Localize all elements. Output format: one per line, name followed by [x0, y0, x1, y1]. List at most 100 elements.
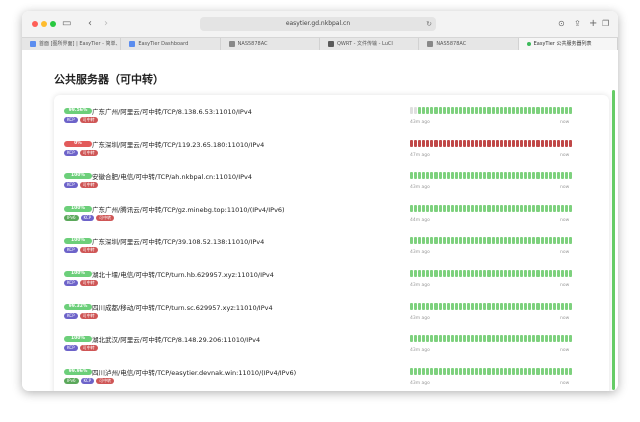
- heartbeat-beat: [438, 139, 442, 147]
- heartbeat-beat: [548, 172, 552, 180]
- heartbeat-beat: [463, 367, 467, 375]
- tag-badge: KCP: [64, 280, 78, 286]
- minimize-window-button[interactable]: [41, 21, 47, 27]
- server-address: 广东深圳/阿里云/可中转/TCP/119.23.65.180:11010/IPv…: [92, 140, 265, 149]
- heartbeat-beat: [548, 139, 552, 147]
- tab-label: QWRT - 文件传输 - LuCI: [336, 41, 393, 47]
- close-window-button[interactable]: [32, 21, 38, 27]
- heartbeat-beat: [467, 270, 471, 277]
- heartbeat-beat: [434, 270, 438, 277]
- heartbeat-beat: [442, 270, 446, 277]
- heartbeat-beat: [528, 139, 532, 147]
- heartbeat-beat: [430, 302, 434, 310]
- heartbeat-beat: [422, 172, 426, 180]
- browser-tab[interactable]: EasyTier 公共服务器列表: [518, 38, 618, 50]
- heartbeat-beat: [524, 139, 528, 147]
- heartbeat-beat: [532, 302, 536, 310]
- server-row[interactable]: 100% 湖北武汉/阿里云/可中转/TCP/8.148.29.206:11010/…: [64, 331, 584, 361]
- server-row[interactable]: 100% 湖北十堰/电信/可中转/TCP/turn.hb.629957.xyz:1…: [64, 266, 584, 296]
- heartbeat-beat: [560, 107, 564, 114]
- heartbeat-beat: [503, 237, 507, 245]
- server-row[interactable]: 99.56% 广东广州/阿里云/可中转/TCP/8.138.6.53:11010/…: [64, 103, 584, 133]
- tag-list: KCP 可中转: [64, 312, 98, 319]
- heartbeat-beat: [491, 107, 495, 114]
- heartbeat-beat: [548, 302, 552, 310]
- browser-tab[interactable]: QWRT - 文件传输 - LuCI: [320, 38, 420, 50]
- heartbeat-beat: [503, 270, 507, 277]
- tag-badge: KCP: [64, 312, 78, 319]
- heartbeat-beat: [422, 237, 426, 245]
- heartbeat-beat: [467, 367, 471, 375]
- heartbeat-beat: [414, 335, 418, 343]
- forward-arrow-icon[interactable]: ›: [104, 18, 108, 30]
- heartbeat-beat: [434, 139, 438, 147]
- server-row[interactable]: 99.96% 四川泸州/电信/可中转/TCP/easytier.devnak.wi…: [64, 364, 584, 391]
- tag-badge: 可中转: [79, 117, 98, 123]
- heartbeat-beat: [426, 270, 430, 277]
- new-tab-icon[interactable]: +: [589, 18, 597, 30]
- heartbeat-beat: [410, 302, 414, 310]
- server-row[interactable]: 100% 广东深圳/阿里云/可中转/TCP/39.108.52.138:11010…: [64, 233, 584, 263]
- heartbeat-beat: [532, 204, 536, 212]
- heartbeat-beat: [487, 107, 491, 114]
- heartbeat-beat: [548, 204, 552, 212]
- browser-tab[interactable]: NAS5878AC: [221, 38, 320, 50]
- address-bar[interactable]: easytier.gd.nkbpal.cn ↻: [200, 17, 436, 31]
- server-row[interactable]: 100% 广东广州/腾讯云/可中转/TCP/gz.minebg.top:11010…: [64, 201, 584, 231]
- heartbeat-beat: [479, 139, 483, 147]
- heartbeat-beat: [552, 302, 556, 310]
- reload-icon[interactable]: ↻: [426, 17, 432, 31]
- heartbeat-beat: [475, 335, 479, 343]
- heartbeat-beat: [471, 172, 475, 180]
- heartbeat-beat: [414, 367, 418, 375]
- heartbeat-beat: [463, 237, 467, 245]
- heartbeat-beat: [548, 270, 552, 277]
- heartbeat-beat: [516, 107, 520, 114]
- uptime-badge: 100%: [64, 173, 92, 180]
- heartbeat-beat: [524, 172, 528, 180]
- heartbeat-beat: [507, 270, 511, 277]
- heartbeat-beat: [418, 302, 422, 310]
- heartbeat-beat: [426, 107, 430, 114]
- heartbeat-beat: [438, 107, 442, 114]
- heartbeat-beat: [471, 204, 475, 212]
- server-row[interactable]: 99.32% 四川成都/移动/可中转/TCP/turn.sc.629957.xyz…: [64, 299, 584, 329]
- heartbeat-beat: [536, 172, 540, 180]
- scrollbar[interactable]: [612, 90, 615, 390]
- browser-tab[interactable]: EasyTier Dashboard: [121, 38, 221, 50]
- back-arrow-icon[interactable]: ‹: [88, 18, 92, 30]
- tab-overview-icon[interactable]: ❐: [602, 18, 609, 30]
- server-address: 四川成都/移动/可中转/TCP/turn.sc.629957.xyz:11010…: [92, 303, 273, 312]
- tag-badge: KCP: [64, 345, 78, 352]
- heartbeat-beat: [454, 270, 458, 277]
- download-icon[interactable]: ⊙: [558, 18, 565, 30]
- tag-badge: KCP: [64, 247, 78, 254]
- heartbeat-beat: [564, 237, 569, 245]
- browser-tab[interactable]: NAS5878AC: [419, 38, 519, 50]
- zoom-window-button[interactable]: [50, 21, 56, 27]
- heartbeat-beat: [483, 335, 487, 343]
- heartbeat-beat: [511, 204, 516, 212]
- server-row[interactable]: 0% 广东深圳/阿里云/可中转/TCP/119.23.65.180:11010/I…: [64, 136, 584, 166]
- sidebar-icon[interactable]: ▭: [62, 18, 71, 30]
- heartbeat-beat: [475, 367, 479, 375]
- server-address: 广东广州/腾讯云/可中转/TCP/gz.minebg.top:11010/(IP…: [92, 205, 285, 214]
- heartbeat-beat: [438, 270, 442, 277]
- heartbeat-beat: [454, 335, 458, 343]
- heartbeat-beat: [511, 237, 516, 245]
- browser-tab[interactable]: 首面 [图所界面] | EasyTier - 简单、...: [22, 38, 122, 50]
- heartbeat-beat: [422, 270, 426, 277]
- heartbeat-beat: [569, 335, 573, 343]
- heartbeat-beat: [479, 204, 483, 212]
- heartbeat-beat: [544, 270, 548, 277]
- heartbeat-beat: [438, 302, 442, 310]
- heartbeat-beat: [556, 107, 560, 114]
- heartbeat-beat: [483, 270, 487, 277]
- heartbeat-beat: [540, 367, 544, 375]
- share-icon[interactable]: ⇪: [574, 18, 581, 30]
- server-row[interactable]: 100% 安徽合肥/电信/可中转/TCP/ah.nkbpal.cn:11010/I…: [64, 168, 584, 198]
- heartbeat-beat: [507, 204, 511, 212]
- heartbeat-beat: [467, 237, 471, 245]
- favicon-icon: [30, 41, 36, 47]
- heartbeat-beat: [410, 335, 414, 343]
